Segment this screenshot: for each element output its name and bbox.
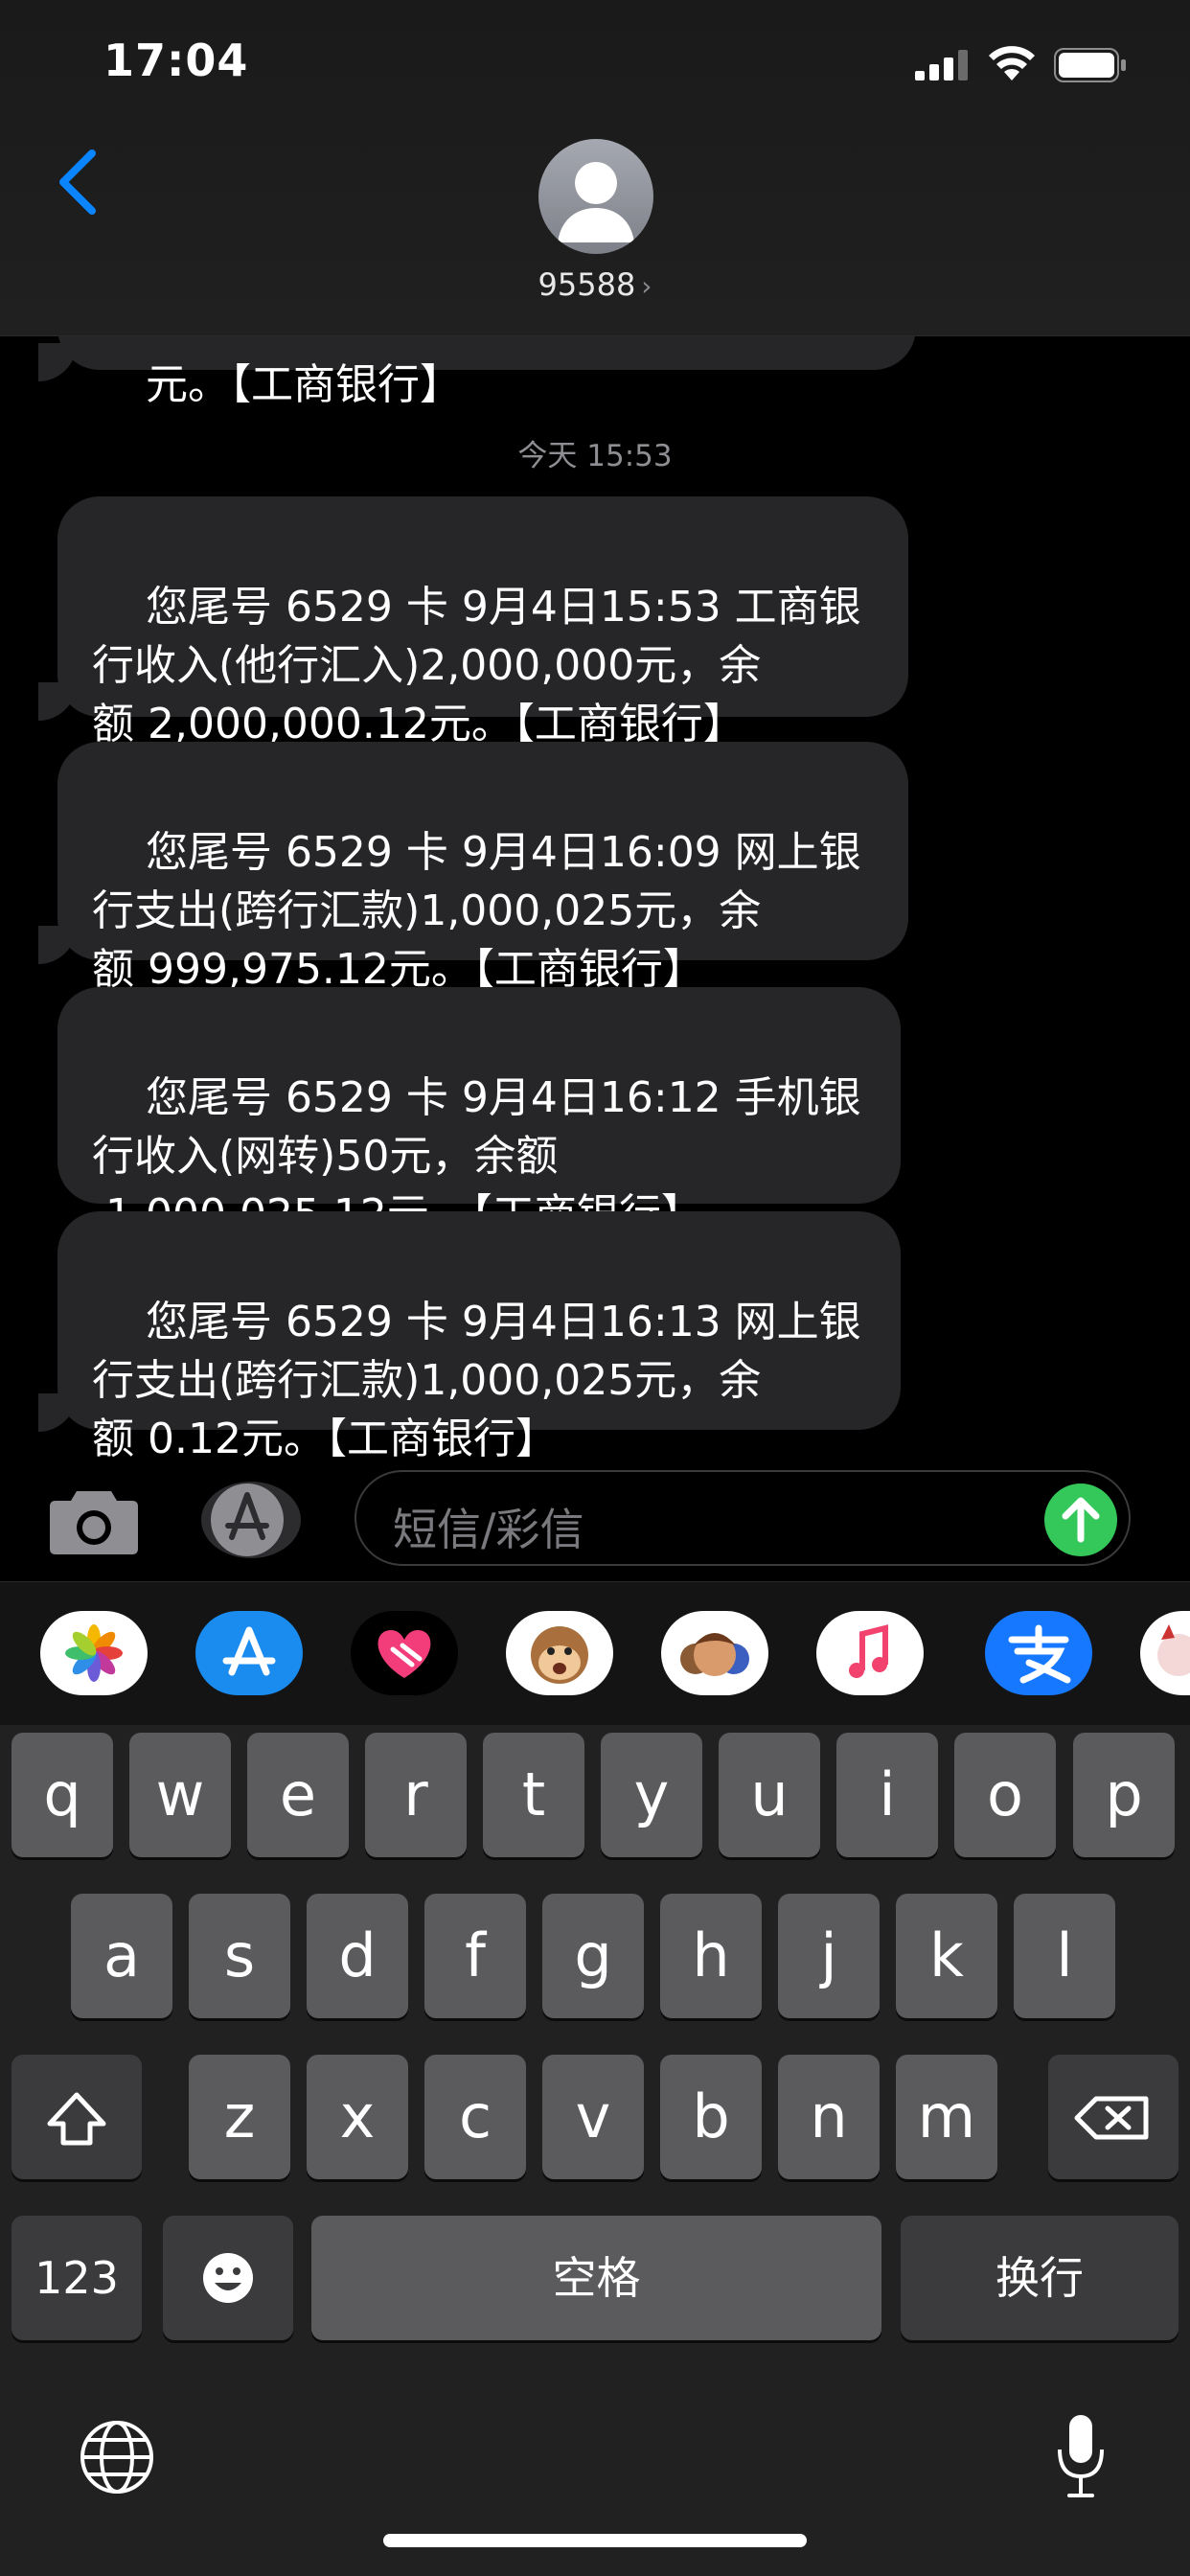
numbers-key[interactable]: 123 xyxy=(11,2216,142,2340)
key-y[interactable]: y xyxy=(601,1733,702,1857)
key-n[interactable]: n xyxy=(778,2055,880,2179)
camera-icon[interactable] xyxy=(48,1485,140,1556)
message-timestamp: 今天 15:53 xyxy=(517,439,673,473)
wifi-icon xyxy=(989,46,1035,80)
status-bar: 17:04 xyxy=(0,0,1190,125)
key-v[interactable]: v xyxy=(542,2055,644,2179)
backspace-icon xyxy=(1074,2096,1149,2140)
contact-name[interactable]: 95588 › xyxy=(0,266,1190,303)
key-u[interactable]: u xyxy=(719,1733,820,1857)
photos-icon[interactable] xyxy=(40,1611,148,1695)
message-input[interactable]: 短信/彩信 xyxy=(355,1470,1131,1566)
key-w[interactable]: w xyxy=(129,1733,231,1857)
cellular-signal-icon xyxy=(915,50,968,80)
key-a[interactable]: a xyxy=(71,1894,172,2018)
key-o[interactable]: o xyxy=(954,1733,1056,1857)
message-text: 您尾号 6529 卡 9月4日15:53 工商银 行收入(他行汇入)2,000,… xyxy=(92,583,861,748)
digital-touch-icon[interactable] xyxy=(351,1611,458,1695)
message-text: 您尾号 6529 卡 9月4日16:13 网上银 行支出(跨行汇款)1,000,… xyxy=(92,1298,861,1457)
key-q[interactable]: q xyxy=(11,1733,113,1857)
key-e[interactable]: e xyxy=(247,1733,349,1857)
app-store-button-icon[interactable] xyxy=(199,1480,303,1560)
contact-avatar[interactable] xyxy=(538,139,653,254)
key-s[interactable]: s xyxy=(189,1894,290,2018)
chevron-right-icon: › xyxy=(641,270,652,302)
emoji-key[interactable] xyxy=(163,2216,293,2340)
conversation-header: 17:04 95588 › xyxy=(0,0,1190,336)
memoji-stickers-icon[interactable] xyxy=(661,1611,768,1695)
message-input-placeholder: 短信/彩信 xyxy=(393,1504,584,1555)
key-m[interactable]: m xyxy=(896,2055,997,2179)
message-bubble[interactable]: 您尾号 6529 卡 9月4日15:53 工商银 行收入(他行汇入)2,000,… xyxy=(57,496,908,748)
contact-number: 95588 xyxy=(538,266,636,303)
key-z[interactable]: z xyxy=(189,2055,290,2179)
message-thread[interactable]: 元。【工商银行】 今天 15:53 您尾号 6529 卡 9月4日15:53 工… xyxy=(0,326,1190,1457)
bubble-tail xyxy=(38,1393,77,1432)
alipay-icon[interactable] xyxy=(985,1611,1092,1695)
home-indicator[interactable] xyxy=(383,2534,807,2547)
key-t[interactable]: t xyxy=(483,1733,584,1857)
key-x[interactable]: x xyxy=(307,2055,408,2179)
app-store-icon[interactable] xyxy=(195,1611,303,1695)
key-b[interactable]: b xyxy=(660,2055,762,2179)
shift-key[interactable] xyxy=(11,2055,142,2179)
key-c[interactable]: c xyxy=(424,2055,526,2179)
message-composer: 短信/彩信 xyxy=(0,1457,1190,1581)
message-bubble[interactable]: 您尾号 6529 卡 9月4日16:09 网上银 行支出(跨行汇款)1,000,… xyxy=(57,742,908,994)
key-f[interactable]: f xyxy=(424,1894,526,2018)
space-key[interactable]: 空格 xyxy=(311,2216,881,2340)
send-button[interactable] xyxy=(1044,1484,1117,1556)
message-text: 元。【工商银行】 xyxy=(145,360,462,409)
sticker-app-icon[interactable] xyxy=(1140,1611,1190,1695)
return-key[interactable]: 换行 xyxy=(901,2216,1179,2340)
message-text: 您尾号 6529 卡 9月4日16:09 网上银 行支出(跨行汇款)1,000,… xyxy=(92,828,861,994)
key-i[interactable]: i xyxy=(836,1733,938,1857)
bubble-tail xyxy=(38,926,77,964)
arrow-up-icon xyxy=(1062,1497,1100,1543)
microphone-icon[interactable] xyxy=(1052,2413,1110,2499)
key-k[interactable]: k xyxy=(896,1894,997,2018)
message-bubble[interactable]: 您尾号 6529 卡 9月4日16:12 手机银 行收入(网转)50元，余额 1… xyxy=(57,987,901,1239)
key-g[interactable]: g xyxy=(542,1894,644,2018)
key-r[interactable]: r xyxy=(365,1733,467,1857)
status-time: 17:04 xyxy=(103,34,249,86)
key-d[interactable]: d xyxy=(307,1894,408,2018)
key-l[interactable]: l xyxy=(1014,1894,1115,2018)
keyboard: q w e r t y u i o p a s d f g h j k l z … xyxy=(0,1725,1190,2576)
message-bubble[interactable]: 您尾号 6529 卡 9月4日16:13 网上银 行支出(跨行汇款)1,000,… xyxy=(57,1211,901,1457)
music-icon[interactable] xyxy=(816,1611,924,1695)
back-chevron-icon[interactable] xyxy=(50,144,107,220)
battery-icon xyxy=(1054,48,1126,82)
key-j[interactable]: j xyxy=(778,1894,880,2018)
shift-icon xyxy=(47,2092,106,2146)
emoji-icon xyxy=(203,2253,253,2303)
bubble-tail xyxy=(38,682,77,721)
monkey-memoji-icon[interactable] xyxy=(506,1611,613,1695)
bubble-tail xyxy=(38,343,77,381)
person-icon xyxy=(558,162,634,242)
key-h[interactable]: h xyxy=(660,1894,762,2018)
key-p[interactable]: p xyxy=(1073,1733,1175,1857)
globe-icon[interactable] xyxy=(79,2419,155,2496)
imessage-app-drawer xyxy=(0,1581,1190,1726)
delete-key[interactable] xyxy=(1048,2055,1179,2179)
